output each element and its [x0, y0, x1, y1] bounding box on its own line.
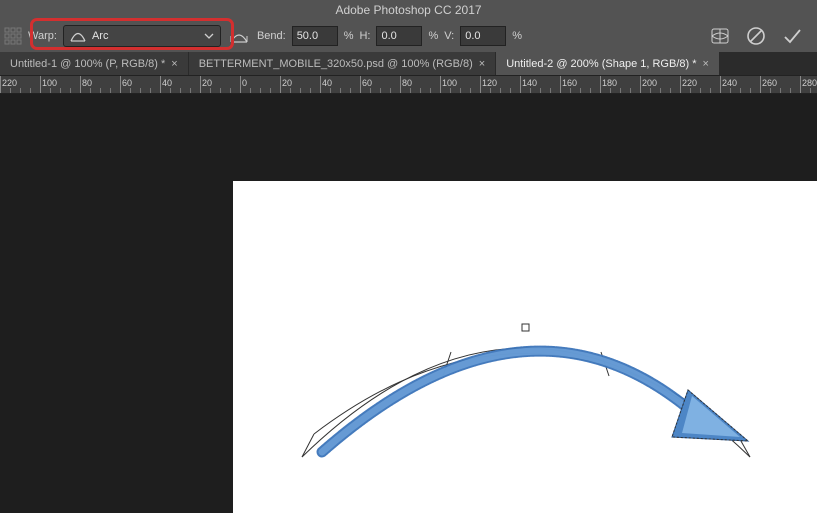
switch-warp-freeform-button[interactable]	[709, 25, 731, 47]
warp-label: Warp:	[28, 30, 57, 42]
tab-label: Untitled-2 @ 200% (Shape 1, RGB/8) *	[506, 58, 696, 70]
ruler-label: 280	[802, 78, 817, 88]
warp-arrow-shape[interactable]	[0, 94, 817, 513]
close-icon[interactable]: ×	[703, 58, 709, 70]
document-tab[interactable]: BETTERMENT_MOBILE_320x50.psd @ 100% (RGB…	[189, 52, 496, 75]
ruler-label: 140	[522, 78, 537, 88]
commit-controls	[709, 25, 813, 47]
h-label[interactable]: H:	[359, 30, 370, 42]
chevron-down-icon	[204, 31, 214, 41]
ruler-label: 220	[2, 78, 17, 88]
commit-transform-button[interactable]	[781, 25, 803, 47]
document-tab[interactable]: Untitled-2 @ 200% (Shape 1, RGB/8) * ×	[496, 52, 720, 75]
v-input[interactable]	[460, 26, 506, 46]
options-bar: Warp: Arc Bend: % H: % V: %	[0, 20, 817, 52]
window-titlebar: Adobe Photoshop CC 2017	[0, 0, 817, 20]
document-tabs: Untitled-1 @ 100% (P, RGB/8) * × BETTERM…	[0, 52, 817, 76]
ruler-label: 220	[682, 78, 697, 88]
warp-orientation-button[interactable]	[227, 25, 251, 47]
close-icon[interactable]: ×	[479, 58, 485, 70]
ruler-label: 20	[282, 78, 292, 88]
bend-label[interactable]: Bend:	[257, 30, 286, 42]
ruler-label: 20	[202, 78, 212, 88]
transform-reference-icon[interactable]	[4, 27, 22, 45]
app-title: Adobe Photoshop CC 2017	[335, 3, 481, 17]
ruler-label: 60	[362, 78, 372, 88]
canvas-area[interactable]	[0, 94, 817, 513]
bend-input[interactable]	[292, 26, 338, 46]
horizontal-ruler[interactable]: 2201008060402002040608010012014016018020…	[0, 76, 817, 94]
ruler-label: 200	[642, 78, 657, 88]
ruler-label: 260	[762, 78, 777, 88]
ruler-label: 180	[602, 78, 617, 88]
close-icon[interactable]: ×	[171, 58, 177, 70]
ruler-label: 240	[722, 78, 737, 88]
tab-label: Untitled-1 @ 100% (P, RGB/8) *	[10, 58, 165, 70]
cancel-transform-button[interactable]	[745, 25, 767, 47]
v-pct: %	[512, 30, 522, 42]
ruler-label: 40	[162, 78, 172, 88]
document-tab[interactable]: Untitled-1 @ 100% (P, RGB/8) * ×	[0, 52, 189, 75]
ruler-label: 100	[442, 78, 457, 88]
ruler-label: 120	[482, 78, 497, 88]
bend-pct: %	[344, 30, 354, 42]
ruler-label: 80	[82, 78, 92, 88]
ruler-label: 40	[322, 78, 332, 88]
v-label[interactable]: V:	[444, 30, 454, 42]
ruler-label: 160	[562, 78, 577, 88]
ruler-label: 60	[122, 78, 132, 88]
ruler-label: 80	[402, 78, 412, 88]
ruler-label: 100	[42, 78, 57, 88]
arc-icon	[70, 30, 86, 42]
h-pct: %	[428, 30, 438, 42]
warp-style-select[interactable]: Arc	[63, 25, 221, 47]
h-input[interactable]	[376, 26, 422, 46]
ruler-label: 0	[242, 78, 247, 88]
tab-label: BETTERMENT_MOBILE_320x50.psd @ 100% (RGB…	[199, 58, 473, 70]
warp-style-value: Arc	[92, 30, 109, 42]
